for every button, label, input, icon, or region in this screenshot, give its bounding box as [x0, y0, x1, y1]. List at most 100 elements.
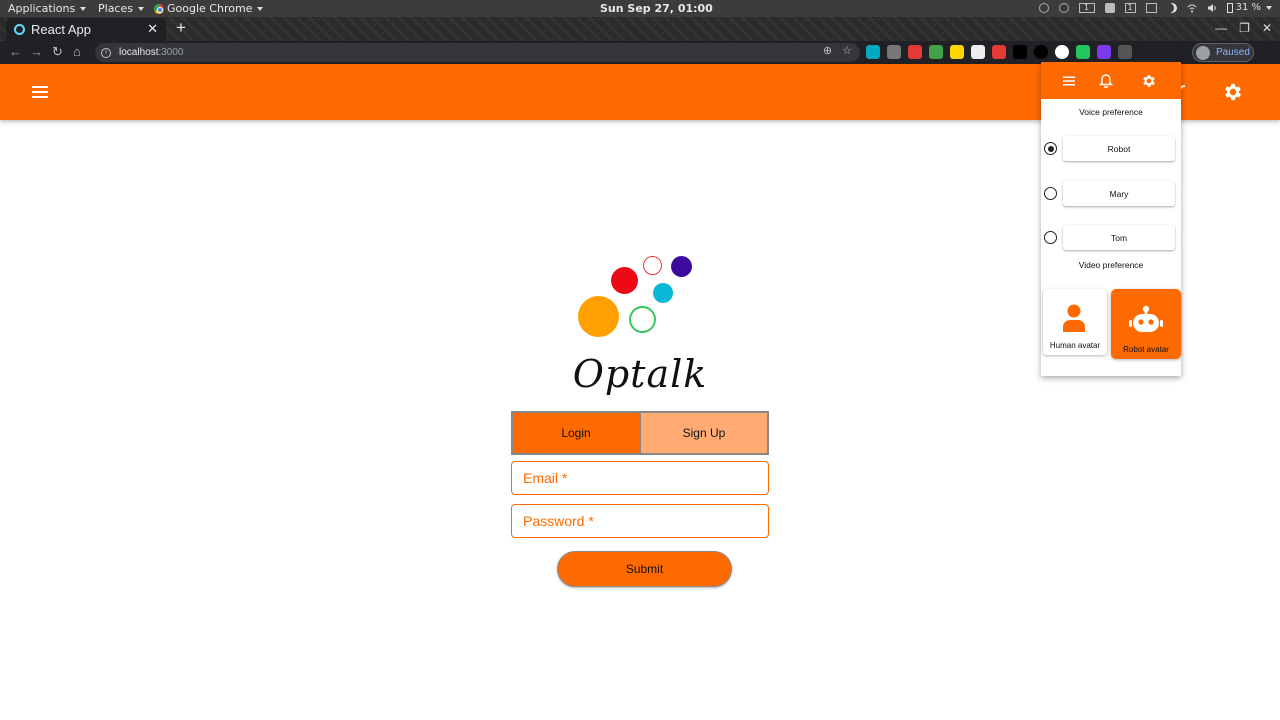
radio-button[interactable]	[1044, 187, 1057, 200]
email-label: Email *	[523, 470, 568, 486]
coffee-icon[interactable]	[1104, 2, 1115, 13]
applications-menu[interactable]: Applications	[8, 2, 87, 15]
places-menu-label: Places	[98, 2, 133, 15]
home-icon[interactable]: ⌂	[73, 44, 81, 59]
browser-toolbar: ← → ↻ ⌂ i localhost:3000 ⊕ ☆ Paused	[0, 41, 1280, 64]
url-port: :3000	[158, 47, 184, 58]
voice-option-robot[interactable]: Robot	[1043, 136, 1175, 161]
address-bar[interactable]: i localhost:3000 ⊕ ☆	[95, 43, 860, 62]
keyboard-layout-icon[interactable]: 1	[1124, 2, 1136, 13]
night-light-icon[interactable]	[1167, 3, 1177, 13]
battery-percent: 31 %	[1235, 2, 1261, 13]
minimize-icon[interactable]: —	[1215, 21, 1227, 35]
applications-menu-label: Applications	[8, 2, 76, 15]
tab-signup[interactable]: Sign Up	[641, 413, 767, 453]
submit-button[interactable]: Submit	[557, 551, 732, 587]
extension-icon[interactable]	[887, 45, 901, 59]
chevron-down-icon	[1266, 5, 1272, 10]
profile-button[interactable]: Paused	[1192, 43, 1254, 62]
battery-status[interactable]: 31 %	[1226, 2, 1272, 13]
recording-icon[interactable]	[1038, 2, 1049, 13]
logo-dot	[611, 267, 638, 294]
email-field[interactable]: Email *	[511, 461, 769, 495]
system-tray: 1 1 31 %	[1038, 2, 1272, 13]
hamburger-menu-icon[interactable]	[30, 82, 50, 102]
radio-button[interactable]	[1044, 142, 1057, 155]
url-host: localhost	[119, 47, 159, 58]
zoom-icon[interactable]: ⊕	[823, 44, 832, 57]
logo-dot	[629, 306, 656, 333]
gear-icon[interactable]	[1141, 73, 1157, 89]
browser-tab[interactable]: React App ✕	[6, 18, 166, 41]
extension-icon[interactable]	[929, 45, 943, 59]
chevron-down-icon	[80, 6, 87, 11]
extension-icon[interactable]	[1076, 45, 1090, 59]
logo-dot	[671, 256, 692, 277]
settings-popup: Voice preference Robot Mary Tom Video pr…	[1041, 62, 1181, 376]
video-preference-title: Video preference	[1078, 260, 1144, 270]
restore-icon[interactable]: ❐	[1239, 21, 1250, 35]
chrome-app-menu-label: Google Chrome	[167, 2, 253, 15]
places-menu[interactable]: Places	[98, 2, 144, 15]
close-window-icon[interactable]: ✕	[1262, 21, 1272, 35]
chevron-down-icon	[257, 6, 264, 11]
chrome-app-menu[interactable]: Google Chrome	[154, 2, 264, 15]
avatar	[1196, 45, 1210, 60]
extension-icon[interactable]	[908, 45, 922, 59]
close-icon[interactable]: ✕	[147, 21, 158, 37]
hamburger-menu-icon[interactable]	[1061, 73, 1077, 89]
extension-icon[interactable]	[1013, 45, 1027, 59]
logo-dot	[578, 296, 619, 337]
extension-icon[interactable]	[1118, 45, 1132, 59]
chrome-icon	[154, 3, 164, 14]
extensions-row	[866, 45, 1132, 59]
brand-name: Optalk	[572, 352, 708, 396]
display-icon[interactable]	[1145, 2, 1157, 13]
window-controls: — ❐ ✕	[1215, 21, 1272, 35]
extension-icon[interactable]	[1034, 45, 1048, 59]
password-label: Password *	[523, 513, 594, 529]
reload-icon[interactable]: ↻	[52, 44, 63, 60]
workspace-indicator[interactable]: 1	[1078, 2, 1095, 13]
logo-dot	[643, 256, 662, 275]
robot-avatar-option[interactable]: Robot avatar	[1111, 289, 1181, 359]
extension-icon[interactable]	[950, 45, 964, 59]
extension-icon[interactable]	[1055, 45, 1069, 59]
radio-button[interactable]	[1044, 231, 1057, 244]
logo-dot	[653, 283, 673, 303]
person-icon	[1063, 304, 1085, 332]
voice-option-label[interactable]: Mary	[1063, 181, 1175, 206]
bell-icon[interactable]	[1098, 73, 1114, 89]
volume-icon[interactable]	[1207, 3, 1217, 13]
voice-option-tom[interactable]: Tom	[1043, 225, 1175, 250]
voice-preference-title: Voice preference	[1079, 107, 1143, 117]
profile-status: Paused	[1216, 47, 1250, 58]
voice-option-label[interactable]: Tom	[1063, 225, 1175, 250]
extension-icon[interactable]	[866, 45, 880, 59]
clock[interactable]: Sun Sep 27, 01:00	[600, 2, 713, 15]
human-avatar-option[interactable]: Human avatar	[1043, 289, 1107, 355]
extension-icon[interactable]	[1097, 45, 1111, 59]
tab-title: React App	[31, 22, 91, 37]
extension-icon[interactable]	[992, 45, 1006, 59]
gear-icon[interactable]	[1222, 81, 1244, 103]
brand-logo: Optalk	[512, 238, 768, 410]
back-arrow-icon[interactable]: ←	[9, 44, 22, 59]
circle-icon[interactable]	[1058, 2, 1069, 13]
password-field[interactable]: Password *	[511, 504, 769, 538]
robot-avatar-label: Robot avatar	[1123, 345, 1169, 354]
bookmark-star-icon[interactable]: ☆	[842, 44, 852, 57]
voice-option-label[interactable]: Robot	[1063, 136, 1175, 161]
forward-arrow-icon[interactable]: →	[30, 44, 43, 59]
chevron-down-icon	[137, 6, 144, 11]
voice-option-mary[interactable]: Mary	[1043, 181, 1175, 206]
extension-icon[interactable]	[971, 45, 985, 59]
info-icon[interactable]: i	[101, 47, 111, 58]
new-tab-button[interactable]: +	[172, 19, 190, 37]
auth-tabs: Login Sign Up	[511, 411, 769, 455]
tab-login[interactable]: Login	[513, 413, 641, 453]
wifi-icon[interactable]	[1187, 3, 1197, 13]
url-text: localhost:3000	[119, 47, 184, 58]
popup-header	[1041, 62, 1181, 99]
battery-icon	[1226, 2, 1233, 13]
